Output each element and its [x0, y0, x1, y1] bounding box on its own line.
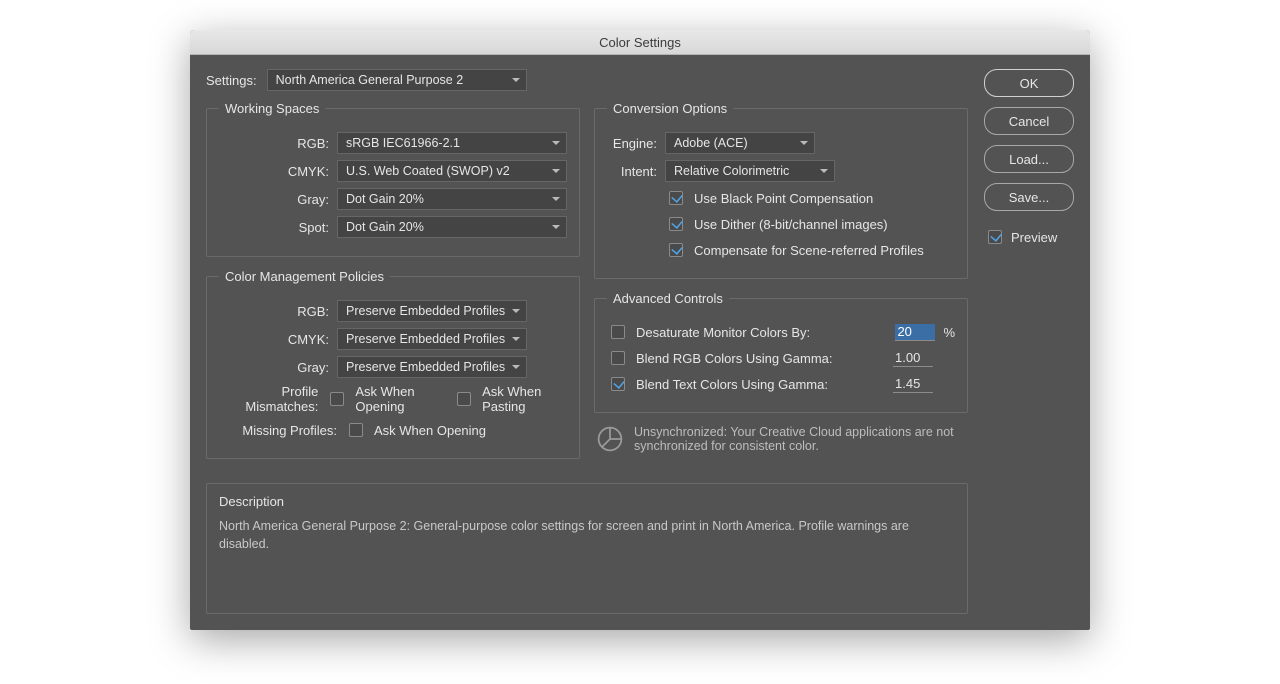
color-settings-dialog: Color Settings Settings: North America G…	[190, 30, 1090, 630]
blend-text-input[interactable]	[893, 376, 933, 393]
sync-icon	[596, 425, 624, 453]
settings-label: Settings:	[206, 73, 257, 88]
intent-dropdown[interactable]: Relative Colorimetric	[665, 160, 835, 182]
ws-spot-label: Spot:	[219, 220, 329, 235]
scene-checkbox[interactable]	[669, 243, 683, 257]
chevron-down-icon	[512, 78, 520, 82]
desat-label: Desaturate Monitor Colors By:	[636, 325, 887, 340]
engine-label: Engine:	[607, 136, 657, 151]
missing-open-label: Ask When Opening	[374, 423, 486, 438]
description-group: Description North America General Purpos…	[206, 483, 968, 614]
working-spaces-group: Working Spaces RGB: sRGB IEC61966-2.1 CM…	[206, 101, 580, 257]
ws-cmyk-label: CMYK:	[219, 164, 329, 179]
description-legend: Description	[219, 494, 955, 509]
sync-text: Unsynchronized: Your Creative Cloud appl…	[634, 425, 966, 453]
sync-status: Unsynchronized: Your Creative Cloud appl…	[594, 425, 968, 453]
load-button[interactable]: Load...	[984, 145, 1074, 173]
profile-mismatches-label: Profile Mismatches:	[219, 384, 318, 414]
mismatch-paste-label: Ask When Pasting	[482, 384, 567, 414]
ok-button[interactable]: OK	[984, 69, 1074, 97]
chevron-down-icon	[800, 141, 808, 145]
scene-label: Compensate for Scene-referred Profiles	[694, 243, 924, 258]
chevron-down-icon	[512, 365, 520, 369]
advanced-legend: Advanced Controls	[607, 291, 729, 306]
pol-gray-value: Preserve Embedded Profiles	[346, 360, 505, 374]
ws-cmyk-dropdown[interactable]: U.S. Web Coated (SWOP) v2	[337, 160, 567, 182]
dither-checkbox[interactable]	[669, 217, 683, 231]
dither-label: Use Dither (8-bit/channel images)	[694, 217, 888, 232]
mismatch-open-label: Ask When Opening	[355, 384, 445, 414]
preview-checkbox[interactable]	[988, 230, 1002, 244]
desat-checkbox[interactable]	[611, 325, 625, 339]
chevron-down-icon	[512, 337, 520, 341]
missing-open-checkbox[interactable]	[349, 423, 363, 437]
pol-gray-label: Gray:	[219, 360, 329, 375]
pol-cmyk-dropdown[interactable]: Preserve Embedded Profiles	[337, 328, 527, 350]
ws-rgb-dropdown[interactable]: sRGB IEC61966-2.1	[337, 132, 567, 154]
engine-dropdown[interactable]: Adobe (ACE)	[665, 132, 815, 154]
pol-rgb-label: RGB:	[219, 304, 329, 319]
cancel-button[interactable]: Cancel	[984, 107, 1074, 135]
percent-label: %	[943, 325, 955, 340]
blend-rgb-label: Blend RGB Colors Using Gamma:	[636, 351, 885, 366]
ws-spot-dropdown[interactable]: Dot Gain 20%	[337, 216, 567, 238]
chevron-down-icon	[512, 309, 520, 313]
pol-rgb-value: Preserve Embedded Profiles	[346, 304, 505, 318]
blend-text-checkbox[interactable]	[611, 377, 625, 391]
mismatch-paste-checkbox[interactable]	[457, 392, 471, 406]
working-spaces-legend: Working Spaces	[219, 101, 325, 116]
ws-gray-label: Gray:	[219, 192, 329, 207]
bpc-label: Use Black Point Compensation	[694, 191, 873, 206]
bpc-checkbox[interactable]	[669, 191, 683, 205]
policies-group: Color Management Policies RGB: Preserve …	[206, 269, 580, 459]
dialog-title: Color Settings	[190, 30, 1090, 55]
ws-cmyk-value: U.S. Web Coated (SWOP) v2	[346, 164, 510, 178]
intent-value: Relative Colorimetric	[674, 164, 789, 178]
chevron-down-icon	[820, 169, 828, 173]
settings-value: North America General Purpose 2	[276, 73, 464, 87]
pol-gray-dropdown[interactable]: Preserve Embedded Profiles	[337, 356, 527, 378]
blend-text-label: Blend Text Colors Using Gamma:	[636, 377, 885, 392]
pol-cmyk-value: Preserve Embedded Profiles	[346, 332, 505, 346]
description-text: North America General Purpose 2: General…	[219, 517, 955, 553]
settings-dropdown[interactable]: North America General Purpose 2	[267, 69, 527, 91]
advanced-group: Advanced Controls Desaturate Monitor Col…	[594, 291, 968, 413]
conversion-legend: Conversion Options	[607, 101, 733, 116]
desat-input[interactable]	[895, 324, 935, 341]
chevron-down-icon	[552, 141, 560, 145]
intent-label: Intent:	[607, 164, 657, 179]
ws-gray-dropdown[interactable]: Dot Gain 20%	[337, 188, 567, 210]
chevron-down-icon	[552, 169, 560, 173]
pol-rgb-dropdown[interactable]: Preserve Embedded Profiles	[337, 300, 527, 322]
blend-rgb-input[interactable]	[893, 350, 933, 367]
conversion-group: Conversion Options Engine: Adobe (ACE) I…	[594, 101, 968, 279]
engine-value: Adobe (ACE)	[674, 136, 748, 150]
ws-rgb-value: sRGB IEC61966-2.1	[346, 136, 460, 150]
ws-gray-value: Dot Gain 20%	[346, 192, 424, 206]
mismatch-open-checkbox[interactable]	[330, 392, 344, 406]
chevron-down-icon	[552, 225, 560, 229]
ws-spot-value: Dot Gain 20%	[346, 220, 424, 234]
pol-cmyk-label: CMYK:	[219, 332, 329, 347]
policies-legend: Color Management Policies	[219, 269, 390, 284]
missing-profiles-label: Missing Profiles:	[219, 423, 337, 438]
save-button[interactable]: Save...	[984, 183, 1074, 211]
blend-rgb-checkbox[interactable]	[611, 351, 625, 365]
preview-label: Preview	[1011, 230, 1057, 245]
ws-rgb-label: RGB:	[219, 136, 329, 151]
chevron-down-icon	[552, 197, 560, 201]
